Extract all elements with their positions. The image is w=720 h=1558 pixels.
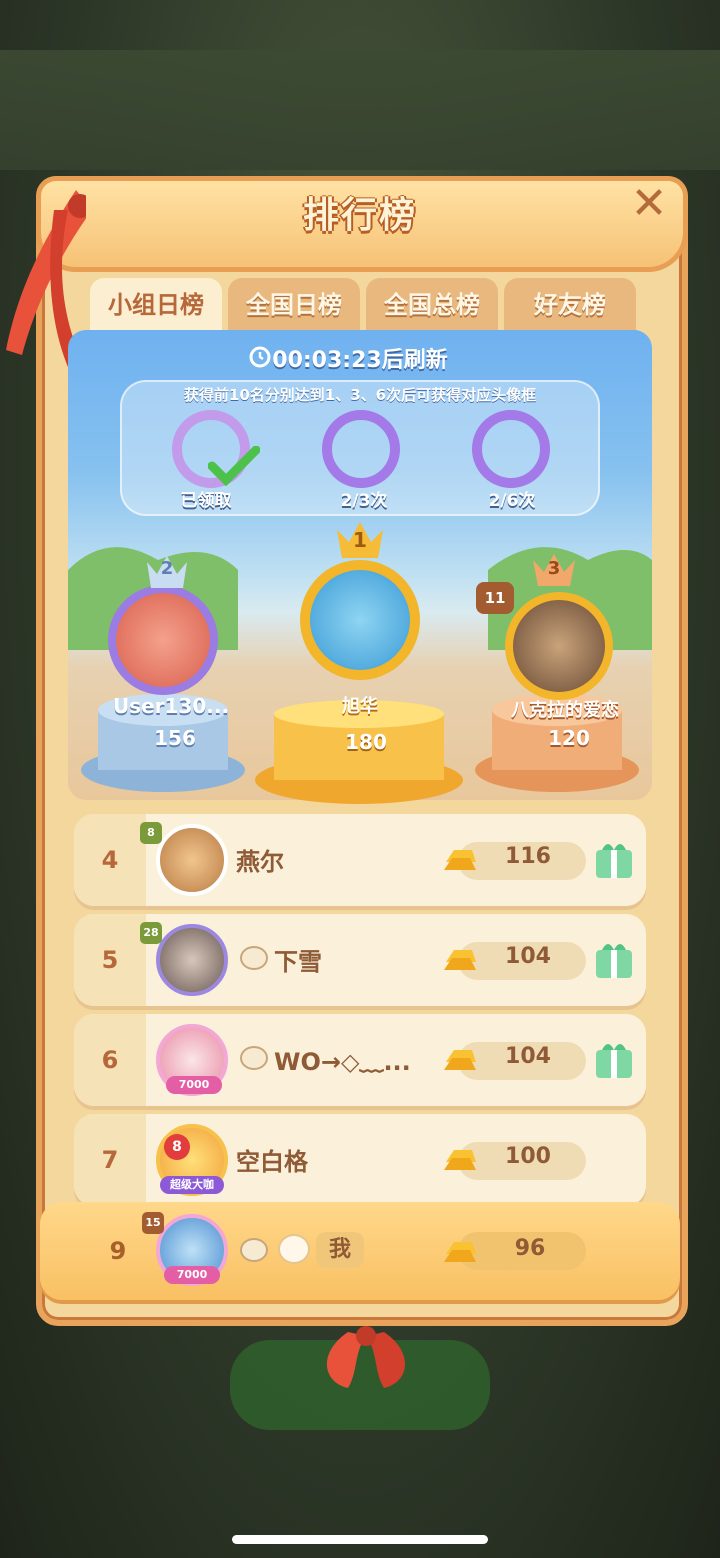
- rabbit-icon: [240, 1046, 268, 1070]
- frame-label-3: 2/6次: [488, 491, 536, 511]
- gold-bar-icon: [444, 950, 476, 970]
- close-icon[interactable]: ✕: [628, 182, 670, 226]
- list-item[interactable]: 4 8 燕尔 116: [74, 814, 646, 906]
- podium-name-3: 八克拉的爱恋: [511, 700, 619, 721]
- row-name: 下雪: [274, 948, 322, 976]
- row-name: 空白格: [236, 1148, 308, 1176]
- rank-badge-2: 2: [160, 558, 174, 579]
- gold-bar-icon: [444, 1242, 476, 1262]
- gift-icon[interactable]: [594, 838, 634, 880]
- reward-description: 获得前10名分别达到1、3、6次后可获得对应头像框: [183, 386, 537, 404]
- tab-national-total[interactable]: 全国总榜: [366, 278, 498, 334]
- rank-badge-1: 1: [353, 528, 367, 552]
- rabbit-icon: [240, 1238, 268, 1262]
- background-top: [0, 50, 720, 170]
- row-name: 我: [316, 1232, 364, 1268]
- gold-bar-icon: [444, 850, 476, 870]
- bunny-icon: [278, 1234, 310, 1264]
- rank-badge-3: 3: [547, 558, 561, 579]
- row-name: WO→◇﹏...: [274, 1048, 411, 1076]
- podium-name-1: 旭华: [342, 696, 378, 717]
- avatar[interactable]: [505, 592, 613, 700]
- tab-friends[interactable]: 好友榜: [504, 278, 636, 334]
- row-score: 104: [505, 944, 551, 969]
- gift-icon[interactable]: [594, 1038, 634, 1080]
- row-rank: 6: [74, 1014, 146, 1106]
- tab-group-daily[interactable]: 小组日榜: [90, 278, 222, 338]
- tab-national-daily[interactable]: 全国日榜: [228, 278, 360, 334]
- gift-icon[interactable]: [594, 938, 634, 980]
- row-score: 116: [505, 844, 551, 869]
- badge-label: 超级大咖: [160, 1176, 224, 1194]
- check-icon: [208, 446, 260, 486]
- podium-score-3: 120: [548, 726, 590, 750]
- row-score: 104: [505, 1044, 551, 1069]
- podium-name-2: User130...: [112, 694, 230, 718]
- row-rank: 4: [74, 814, 146, 906]
- level-badge: 28: [140, 922, 162, 944]
- list-item[interactable]: 6 7000 WO→◇﹏... 104: [74, 1014, 646, 1106]
- ribbon-decoration-icon: [326, 1326, 406, 1388]
- my-rank-row[interactable]: 9 15 7000 我 96: [40, 1202, 680, 1300]
- home-indicator[interactable]: [232, 1535, 488, 1544]
- avatar-frame-3[interactable]: [472, 410, 550, 488]
- podium-score-2: 156: [154, 726, 196, 750]
- row-score: 100: [505, 1144, 551, 1169]
- badge-label: 7000: [166, 1076, 222, 1094]
- list-item[interactable]: 5 28 下雪 104: [74, 914, 646, 1006]
- gold-bar-icon: [444, 1050, 476, 1070]
- level-badge: 11: [476, 582, 514, 614]
- row-rank: 5: [74, 914, 146, 1006]
- level-badge: 8: [140, 822, 162, 844]
- row-name: 燕尔: [236, 848, 284, 876]
- row-rank: 7: [74, 1114, 146, 1206]
- gold-bar-icon: [444, 1150, 476, 1170]
- frame-label-1: 已领取: [180, 491, 232, 511]
- frame-label-2: 2/3次: [340, 491, 388, 511]
- avatar[interactable]: [156, 924, 228, 996]
- page-title: 排行榜: [302, 195, 417, 236]
- avatar[interactable]: [156, 824, 228, 896]
- avatar[interactable]: [108, 585, 218, 695]
- avatar[interactable]: [300, 560, 420, 680]
- tab-bar: 小组日榜 全国日榜 全国总榜 好友榜: [90, 278, 636, 338]
- podium-score-1: 180: [345, 730, 387, 754]
- rabbit-icon: [240, 946, 268, 970]
- level-badge: 8: [164, 1134, 190, 1160]
- row-score: 96: [514, 1236, 546, 1261]
- badge-label: 7000: [164, 1266, 220, 1284]
- refresh-timer: 00:03:23后刷新: [272, 348, 448, 373]
- avatar-frame-2[interactable]: [322, 410, 400, 488]
- list-item[interactable]: 7 8 超级大咖 空白格 100: [74, 1114, 646, 1206]
- level-badge: 15: [142, 1212, 164, 1234]
